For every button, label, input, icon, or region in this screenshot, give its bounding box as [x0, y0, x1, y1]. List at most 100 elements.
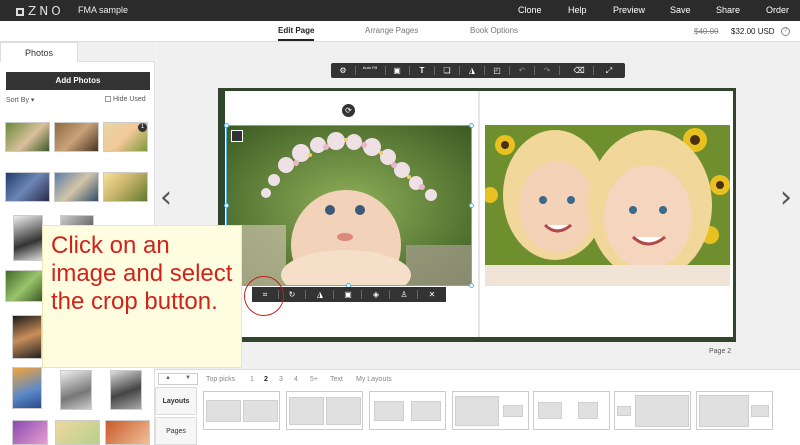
mirror-icon[interactable]: ◮	[464, 63, 480, 78]
photo-thumbnail[interactable]	[12, 315, 42, 359]
next-page-arrow-icon[interactable]: ›	[780, 180, 792, 215]
tab-arrange-pages[interactable]: Arrange Pages	[365, 26, 418, 35]
layout-slot	[289, 397, 324, 425]
top-bar: ZNO FMA sample Clone Help Preview Save S…	[0, 0, 800, 21]
add-photos-button[interactable]: Add Photos	[6, 72, 150, 90]
layout-tab-3[interactable]: 3	[279, 376, 283, 383]
tab-photos[interactable]: Photos	[0, 42, 78, 62]
photo-thumbnail[interactable]	[5, 122, 50, 152]
page-number-label: Page 2	[709, 348, 732, 355]
collapse-up-icon[interactable]: ▲	[165, 375, 171, 381]
rotate-handle-icon[interactable]: ⟳	[342, 104, 355, 117]
layout-tab-4[interactable]: 4	[294, 376, 298, 383]
rotate-icon[interactable]: ↻	[282, 287, 302, 302]
side-tab-pages[interactable]: Pages	[155, 417, 197, 445]
toolbar-divider	[385, 66, 386, 75]
settings-gear-icon[interactable]: ⚙	[335, 63, 351, 78]
layout-tab-1[interactable]: 1	[250, 376, 254, 383]
layout-option[interactable]	[452, 391, 529, 430]
undo-icon[interactable]: ↶	[514, 63, 530, 78]
photo-thumbnail[interactable]	[12, 367, 42, 409]
resize-handle[interactable]	[469, 283, 474, 288]
logo-text: ZNO	[28, 4, 64, 18]
resize-handle[interactable]	[224, 203, 229, 208]
photo-thumbnail[interactable]	[55, 420, 100, 445]
hide-used-checkbox[interactable]: Hide Used	[105, 96, 146, 103]
tab-book-options[interactable]: Book Options	[470, 26, 518, 35]
auto-fill-button[interactable]: Auto Fill	[359, 63, 381, 78]
layout-slot	[411, 401, 441, 421]
layout-tab-top-picks[interactable]: Top picks	[206, 376, 235, 383]
add-text-icon[interactable]: T	[414, 63, 430, 78]
fit-frame-icon[interactable]: ▣	[338, 287, 358, 302]
layout-slot	[635, 395, 689, 427]
fullscreen-icon[interactable]: ⤢	[601, 63, 617, 78]
collapse-down-icon[interactable]: ▼	[185, 375, 191, 381]
toolbar-divider	[434, 66, 435, 75]
original-price: $40.00	[694, 27, 719, 36]
book-spine	[478, 91, 480, 337]
resize-handle[interactable]	[224, 123, 229, 128]
photo-thumbnail[interactable]	[54, 122, 99, 152]
layout-option[interactable]	[533, 391, 610, 430]
layout-slot	[243, 400, 278, 422]
clone-button[interactable]: Clone	[518, 5, 542, 15]
tab-secondary[interactable]	[78, 42, 155, 62]
page-toolbar: ⚙ Auto Fill ▣ T ❏ ◮ ◰ ↶ ↷ ⌫ ⤢	[331, 63, 625, 78]
layout-tab-5-plus[interactable]: 5+	[310, 376, 318, 383]
crop-highlight-circle	[244, 276, 284, 316]
save-button[interactable]: Save	[670, 5, 691, 15]
flip-icon[interactable]: ◮	[310, 287, 330, 302]
clear-page-icon[interactable]: ⌫	[571, 63, 587, 78]
layout-tab-text[interactable]: Text	[330, 376, 343, 383]
layout-slot	[751, 405, 769, 417]
layout-option[interactable]	[203, 391, 280, 430]
checkbox-icon[interactable]	[105, 96, 111, 102]
photo-thumbnail[interactable]	[5, 172, 50, 202]
add-image-icon[interactable]: ▣	[389, 63, 405, 78]
help-button[interactable]: Help	[568, 5, 587, 15]
zno-logo[interactable]: ZNO	[16, 4, 64, 18]
layout-option[interactable]	[286, 391, 363, 430]
layers-icon[interactable]: ◈	[366, 287, 386, 302]
photo-thumbnail[interactable]	[5, 270, 47, 302]
side-tab-layouts[interactable]: Layouts	[155, 387, 197, 415]
arrange-layers-icon[interactable]: ❏	[439, 63, 455, 78]
photo-thumbnail[interactable]	[110, 370, 142, 410]
layout-tab-my-layouts[interactable]: My Layouts	[356, 376, 392, 383]
layout-tab-2[interactable]: 2	[264, 376, 268, 383]
tab-edit-page[interactable]: Edit Page	[278, 26, 315, 41]
layout-option[interactable]	[614, 391, 691, 430]
toolbar-divider	[409, 66, 410, 75]
layout-option[interactable]	[369, 391, 446, 430]
toolbar-divider	[459, 66, 460, 75]
project-name[interactable]: FMA sample	[78, 5, 128, 15]
photo-thumbnail[interactable]	[12, 420, 48, 445]
previous-page-arrow-icon[interactable]: ‹	[160, 180, 172, 215]
sticker-icon[interactable]: ◰	[489, 63, 505, 78]
price-info-icon[interactable]: ?	[781, 27, 790, 36]
resize-handle[interactable]	[469, 203, 474, 208]
photo-thumbnail[interactable]	[103, 172, 148, 202]
usage-count-badge: 1	[138, 123, 147, 132]
toolbar-divider	[333, 290, 334, 299]
photo-sisters[interactable]	[485, 125, 730, 286]
filter-brush-icon[interactable]: ♙	[394, 287, 414, 302]
remove-image-icon[interactable]: ✕	[422, 287, 442, 302]
preview-button[interactable]: Preview	[613, 5, 645, 15]
share-button[interactable]: Share	[716, 5, 740, 15]
photo-thumbnail[interactable]	[13, 215, 43, 261]
toolbar-divider	[559, 66, 560, 75]
order-button[interactable]: Order	[766, 5, 789, 15]
toolbar-divider	[305, 290, 306, 299]
layout-option[interactable]	[696, 391, 773, 430]
sort-by-dropdown[interactable]: Sort By ▾	[6, 96, 34, 104]
photo-thumbnail[interactable]	[60, 370, 92, 410]
redo-icon[interactable]: ↷	[539, 63, 555, 78]
resize-handle[interactable]	[469, 123, 474, 128]
layout-slot	[326, 397, 361, 425]
swap-layout-icon[interactable]	[231, 130, 243, 142]
photo-thumbnail[interactable]	[105, 420, 150, 445]
logo-mark-icon	[16, 8, 24, 16]
photo-thumbnail[interactable]	[54, 172, 99, 202]
